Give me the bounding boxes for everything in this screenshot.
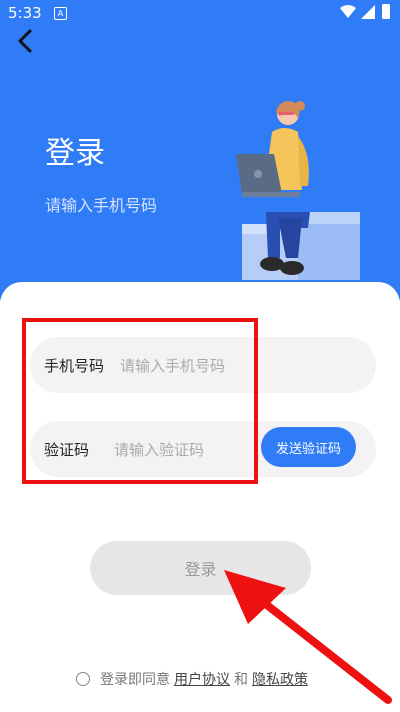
back-arrow-icon[interactable] bbox=[12, 26, 40, 56]
privacy-policy-link[interactable]: 隐私政策 bbox=[252, 669, 308, 689]
agreement-row: 登录即同意 用户协议 和 隐私政策 bbox=[76, 668, 312, 690]
person-with-laptop-illustration bbox=[236, 101, 360, 280]
wifi-icon bbox=[340, 5, 356, 18]
user-agreement-link[interactable]: 用户协议 bbox=[174, 669, 230, 689]
agreement-prefix: 登录即同意 bbox=[100, 672, 170, 688]
notification-icon: A bbox=[54, 7, 67, 20]
page-subtitle: 请输入手机号码 bbox=[45, 196, 158, 215]
agreement-conjunction: 和 bbox=[234, 672, 248, 688]
agreement-radio[interactable] bbox=[76, 672, 90, 686]
annotation-highlight-box bbox=[22, 318, 258, 484]
send-code-button[interactable]: 发送验证码 bbox=[261, 427, 356, 467]
signal-icon bbox=[361, 5, 375, 19]
page-title: 登录 bbox=[45, 136, 105, 171]
battery-icon bbox=[382, 4, 390, 19]
header-banner: 5:33 A 登录 请输入手机号码 bbox=[0, 0, 400, 300]
status-bar: 5:33 A bbox=[0, 0, 400, 28]
status-time: 5:33 bbox=[8, 4, 42, 22]
